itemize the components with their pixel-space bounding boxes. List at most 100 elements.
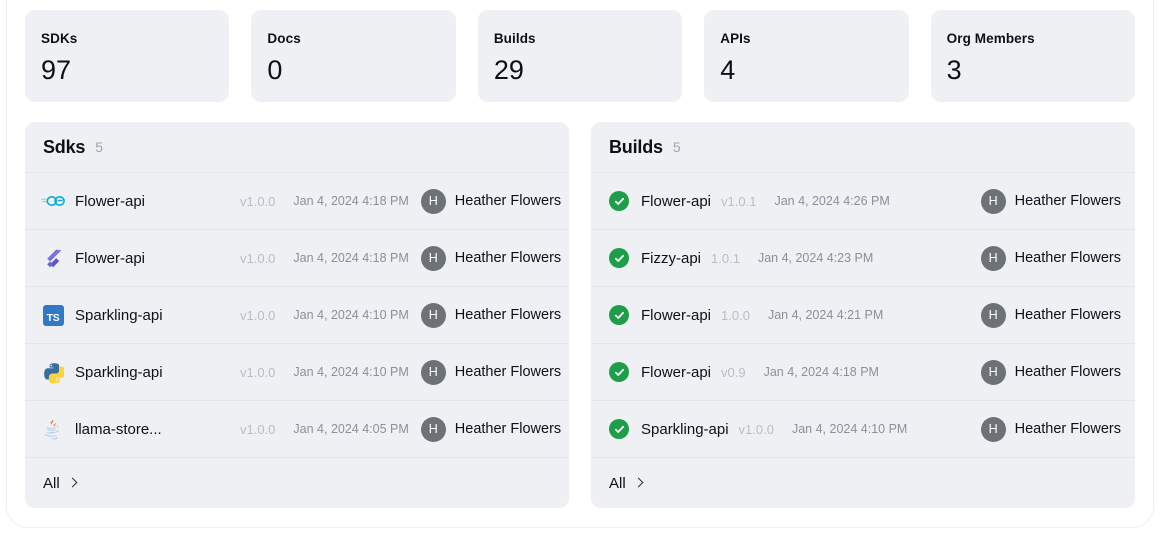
table-row[interactable]: Fizzy-api 1.0.1 Jan 4, 2024 4:23 PM H He… (591, 230, 1135, 287)
stat-label: Docs (267, 31, 301, 46)
build-name: Flower-api (641, 192, 712, 210)
stat-value: 3 (946, 54, 962, 85)
row-user: H Heather Flowers (969, 302, 1121, 328)
check-circle-icon (607, 417, 631, 441)
sdk-version: v1.0.0 (240, 364, 276, 380)
build-name: Sparkling-api (641, 420, 729, 438)
table-row[interactable]: Flower-api 1.0.0 Jan 4, 2024 4:21 PM H H… (591, 287, 1135, 344)
avatar: H (420, 359, 446, 385)
stat-card-sdks[interactable]: SDKs 97 (25, 10, 230, 102)
row-user: H Heather Flowers (409, 416, 562, 442)
sdk-name: Sparkling-api (75, 363, 163, 381)
sdk-date: Jan 4, 2024 4:18 PM (293, 194, 409, 208)
stat-value: 29 (493, 54, 524, 85)
typescript-badge-label: TS (42, 304, 64, 326)
build-version: v0.9 (721, 364, 746, 380)
check-circle-icon (607, 303, 631, 327)
sdks-view-all-link[interactable]: All (25, 458, 569, 508)
chevron-right-icon (633, 477, 644, 488)
builds-panel-count: 5 (672, 139, 681, 155)
stat-label: APIs (720, 31, 751, 46)
check-circle-icon (607, 246, 631, 270)
sdks-panel-header: Sdks 5 (25, 122, 569, 173)
avatar: H (980, 302, 1006, 328)
avatar: H (420, 416, 446, 442)
table-row[interactable]: Flower-api v1.0.0 Jan 4, 2024 4:18 PM H … (25, 230, 569, 287)
row-user: H Heather Flowers (969, 245, 1121, 271)
sdks-panel-count: 5 (95, 139, 104, 155)
builds-view-all-label: All (609, 474, 626, 492)
check-circle-icon (607, 189, 631, 213)
row-user: H Heather Flowers (409, 302, 561, 328)
user-name: Heather Flowers (454, 421, 562, 437)
stat-value: 0 (267, 54, 283, 85)
flutter-icon (41, 246, 65, 270)
avatar: H (980, 245, 1006, 271)
row-user: H Heather Flowers (409, 359, 562, 385)
avatar: H (980, 416, 1006, 442)
avatar: H (980, 188, 1006, 214)
user-name: Heather Flowers (1014, 193, 1121, 209)
avatar: H (420, 302, 446, 328)
sdk-date: Jan 4, 2024 4:10 PM (293, 365, 409, 379)
sdk-date: Jan 4, 2024 4:05 PM (293, 422, 409, 436)
row-user: H Heather Flowers (969, 416, 1121, 442)
row-user: H Heather Flowers (969, 188, 1121, 214)
stat-label: Org Members (946, 31, 1035, 46)
build-version: 1.0.1 (711, 250, 740, 266)
dashboard-container: SDKs 97 Docs 0 Builds 29 APIs 4 Org Memb… (6, 0, 1154, 528)
stat-card-apis[interactable]: APIs 4 (704, 10, 909, 102)
table-row[interactable]: Flower-api v1.0.0 Jan 4, 2024 4:18 PM H … (25, 173, 569, 230)
row-user: H Heather Flowers (409, 245, 562, 271)
user-name: Heather Flowers (1014, 364, 1121, 380)
stat-label: Builds (493, 31, 536, 46)
chevron-right-icon (67, 477, 78, 488)
stat-value: 97 (41, 54, 72, 85)
sdk-name: Flower-api (75, 192, 146, 210)
sdk-date: Jan 4, 2024 4:10 PM (293, 308, 409, 322)
sdk-name: Flower-api (75, 249, 146, 267)
row-user: H Heather Flowers (409, 188, 561, 214)
sdk-name: Sparkling-api (75, 306, 163, 324)
table-row[interactable]: Sparkling-api v1.0.0 Jan 4, 2024 4:10 PM… (591, 401, 1135, 458)
build-name: Flower-api (641, 363, 712, 381)
build-date: Jan 4, 2024 4:26 PM (774, 194, 890, 208)
sdk-version: v1.0.0 (240, 193, 276, 209)
build-version: 1.0.0 (721, 307, 750, 323)
row-user: H Heather Flowers (969, 359, 1121, 385)
build-name: Flower-api (641, 306, 712, 324)
build-date: Jan 4, 2024 4:10 PM (791, 422, 908, 436)
stat-label: SDKs (41, 31, 78, 46)
python-icon (41, 360, 65, 384)
table-row[interactable]: Flower-api v1.0.1 Jan 4, 2024 4:26 PM H … (591, 173, 1135, 230)
user-name: Heather Flowers (454, 250, 562, 266)
stat-card-builds[interactable]: Builds 29 (477, 10, 683, 102)
user-name: Heather Flowers (1014, 307, 1121, 323)
builds-panel: Builds 5 Flower-api v1.0.1 Jan 4, 2024 4… (591, 122, 1135, 508)
stat-card-org-members[interactable]: Org Members 3 (930, 10, 1136, 102)
sdks-panel-title: Sdks (43, 136, 86, 157)
check-circle-icon (607, 360, 631, 384)
panels-row: Sdks 5 Flower-api v1.0.0 Jan 4, 2024 4:1… (7, 102, 1153, 508)
sdks-panel: Sdks 5 Flower-api v1.0.0 Jan 4, 2024 4:1… (25, 122, 569, 508)
avatar: H (420, 188, 446, 214)
table-row[interactable]: TS Sparkling-api v1.0.0 Jan 4, 2024 4:10… (25, 287, 569, 344)
typescript-icon: TS (41, 303, 65, 327)
builds-panel-header: Builds 5 (591, 122, 1135, 173)
sdk-date: Jan 4, 2024 4:18 PM (293, 251, 409, 265)
user-name: Heather Flowers (454, 364, 562, 380)
stat-card-docs[interactable]: Docs 0 (251, 10, 456, 102)
table-row[interactable]: llama-store... v1.0.0 Jan 4, 2024 4:05 P… (25, 401, 569, 458)
sdk-version: v1.0.0 (240, 307, 276, 323)
stat-value: 4 (720, 54, 736, 85)
sdk-version: v1.0.0 (240, 421, 276, 437)
builds-view-all-link[interactable]: All (591, 458, 1135, 508)
stats-row: SDKs 97 Docs 0 Builds 29 APIs 4 Org Memb… (7, 0, 1153, 102)
build-version: v1.0.1 (721, 193, 757, 209)
build-date: Jan 4, 2024 4:23 PM (757, 251, 874, 265)
table-row[interactable]: Flower-api v0.9 Jan 4, 2024 4:18 PM H He… (591, 344, 1135, 401)
user-name: Heather Flowers (1014, 250, 1121, 266)
table-row[interactable]: Sparkling-api v1.0.0 Jan 4, 2024 4:10 PM… (25, 344, 569, 401)
avatar: H (980, 359, 1006, 385)
build-name: Fizzy-api (641, 249, 702, 267)
